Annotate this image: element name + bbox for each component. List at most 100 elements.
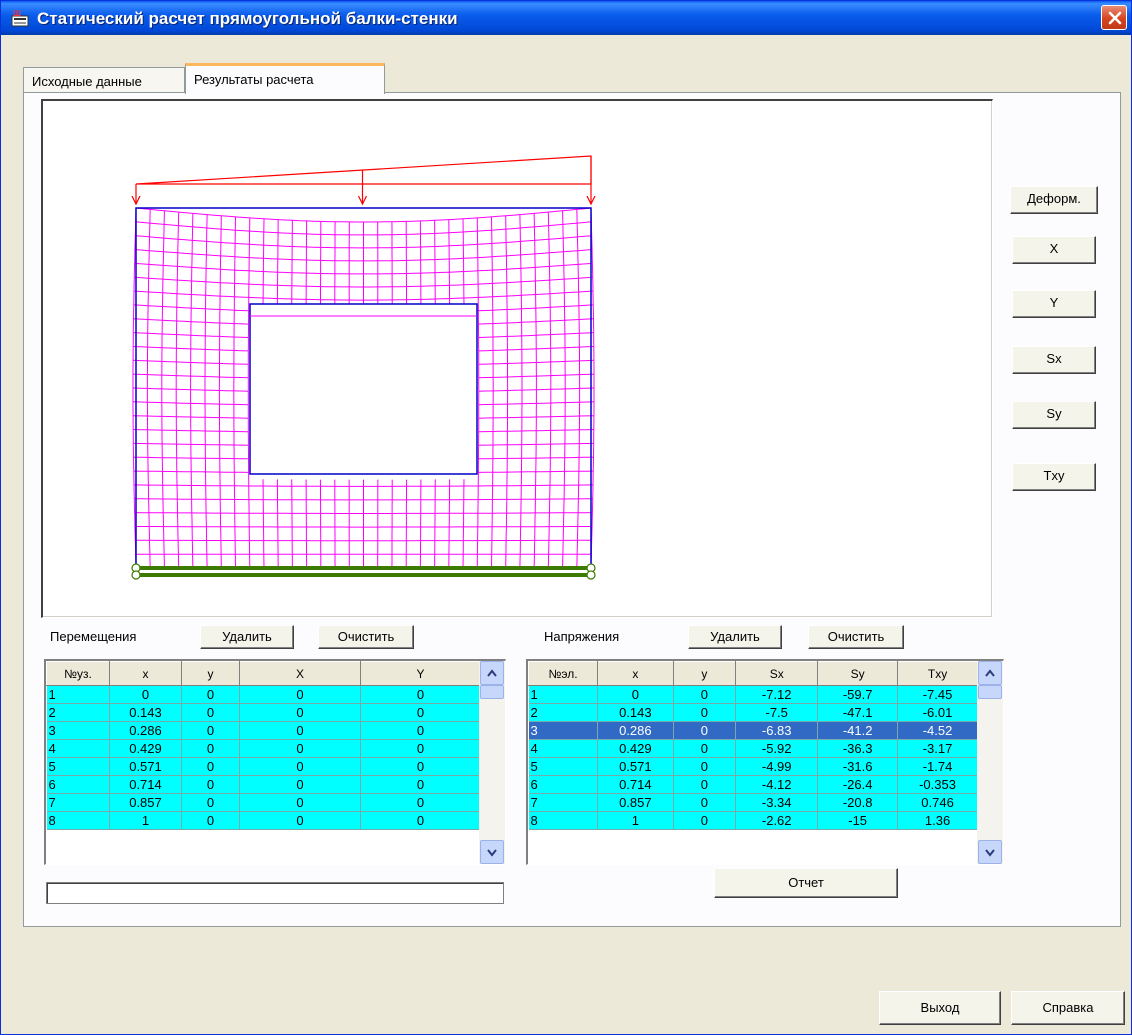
table-cell[interactable]: 0.571	[109, 757, 182, 776]
table-row[interactable]: 3 0.286 0 -6.83 -41.2 -4.52	[528, 721, 978, 740]
table-cell[interactable]: 0	[673, 775, 737, 794]
table-cell[interactable]: 5	[528, 757, 599, 776]
table-cell[interactable]: 0.429	[109, 739, 182, 758]
table-cell[interactable]: -6.83	[735, 721, 819, 740]
table-row[interactable]: 8 1 0 -2.62 -15 1.36	[528, 811, 978, 830]
table-cell[interactable]: 0	[360, 703, 481, 722]
table-cell[interactable]: -20.8	[817, 793, 899, 812]
scroll-up-button[interactable]	[480, 661, 504, 685]
close-button[interactable]	[1101, 5, 1127, 30]
table-cell[interactable]: -36.3	[817, 739, 899, 758]
table-cell[interactable]: 0.857	[597, 793, 674, 812]
table-cell[interactable]: -1.74	[897, 757, 978, 776]
table-row[interactable]: 2 0.143 0 0 0	[46, 703, 481, 722]
table-cell[interactable]: -6.01	[897, 703, 978, 722]
table-cell[interactable]: 2	[46, 703, 110, 722]
sy-view-button[interactable]: Sy	[1012, 401, 1096, 429]
table-cell[interactable]: 0.714	[597, 775, 674, 794]
stresses-column-header[interactable]: Txy	[897, 661, 978, 686]
table-cell[interactable]: -3.17	[897, 739, 978, 758]
table-row[interactable]: 1 0 0 -7.12 -59.7 -7.45	[528, 685, 978, 704]
table-cell[interactable]: 8	[46, 811, 110, 830]
table-cell[interactable]: 0	[181, 811, 240, 830]
table-cell[interactable]: 0	[673, 703, 737, 722]
table-cell[interactable]: 7	[46, 793, 110, 812]
table-cell[interactable]: 0	[181, 793, 240, 812]
stresses-table[interactable]: №эл. x y Sx Sy Txy 1 0 0 -7.12 -59.7 -7.45 2 0.143 0-…	[526, 659, 1004, 865]
displacements-column-header[interactable]: Y	[360, 661, 481, 686]
table-cell[interactable]: 0	[239, 775, 361, 794]
table-cell[interactable]: -7.5	[735, 703, 819, 722]
table-cell[interactable]: -31.6	[817, 757, 899, 776]
table-cell[interactable]: -3.34	[735, 793, 819, 812]
table-cell[interactable]: -4.52	[897, 721, 978, 740]
scroll-thumb[interactable]	[978, 685, 1002, 699]
displacements-column-header[interactable]: X	[239, 661, 361, 686]
table-cell[interactable]: 0.857	[109, 793, 182, 812]
displacements-clear-button[interactable]: Очистить	[318, 625, 414, 649]
x-view-button[interactable]: X	[1012, 236, 1096, 264]
table-cell[interactable]: 0	[239, 811, 361, 830]
table-cell[interactable]: -4.99	[735, 757, 819, 776]
stresses-column-header[interactable]: №эл.	[528, 661, 599, 686]
exit-button[interactable]: Выход	[879, 991, 1001, 1025]
table-cell[interactable]: 0	[360, 685, 481, 704]
table-cell[interactable]: 0.746	[897, 793, 978, 812]
table-cell[interactable]: -15	[817, 811, 899, 830]
table-cell[interactable]: 0	[673, 685, 737, 704]
table-cell[interactable]: 0	[109, 685, 182, 704]
table-cell[interactable]: 0	[360, 775, 481, 794]
displacements-column-header[interactable]: №уз.	[46, 661, 110, 686]
tab-results[interactable]: Результаты расчета	[185, 63, 385, 94]
table-cell[interactable]: 0.286	[109, 721, 182, 740]
table-row[interactable]: 5 0.571 0 -4.99 -31.6 -1.74	[528, 757, 978, 776]
table-cell[interactable]: 1	[46, 685, 110, 704]
displacements-table[interactable]: №уз. x y X Y 1 0 0 0 0 2 0.143 0 0 0 3 0.286 0 0 0 4 0.429 0 0…	[44, 659, 506, 865]
y-view-button[interactable]: Y	[1012, 290, 1096, 318]
table-cell[interactable]: 0	[673, 739, 737, 758]
scroll-down-button[interactable]	[480, 840, 504, 864]
table-cell[interactable]: -26.4	[817, 775, 899, 794]
table-row[interactable]: 6 0.714 0 0 0	[46, 775, 481, 794]
scroll-down-button[interactable]	[978, 840, 1002, 864]
deform-view-button[interactable]: Деформ.	[1010, 186, 1098, 214]
table-cell[interactable]: 0	[360, 757, 481, 776]
table-row[interactable]: 6 0.714 0 -4.12 -26.4 -0.353	[528, 775, 978, 794]
table-cell[interactable]: 0	[360, 811, 481, 830]
table-cell[interactable]: 0	[239, 685, 361, 704]
table-cell[interactable]: 0	[673, 757, 737, 776]
table-cell[interactable]: 3	[46, 721, 110, 740]
title-bar[interactable]: Ш Статический расчет прямоугольной балки…	[1, 1, 1131, 35]
report-button[interactable]: Отчет	[714, 868, 898, 898]
table-cell[interactable]: 0	[360, 739, 481, 758]
table-cell[interactable]: 8	[528, 811, 599, 830]
table-cell[interactable]: 0	[239, 793, 361, 812]
table-cell[interactable]: 0	[360, 721, 481, 740]
table-cell[interactable]: 0.143	[109, 703, 182, 722]
table-row[interactable]: 4 0.429 0 -5.92 -36.3 -3.17	[528, 739, 978, 758]
scroll-up-button[interactable]	[978, 661, 1002, 685]
table-cell[interactable]: 0	[673, 811, 737, 830]
table-cell[interactable]: 0	[181, 757, 240, 776]
table-cell[interactable]: 5	[46, 757, 110, 776]
stresses-column-header[interactable]: Sx	[735, 661, 819, 686]
table-cell[interactable]: 0	[181, 703, 240, 722]
table-row[interactable]: 5 0.571 0 0 0	[46, 757, 481, 776]
txy-view-button[interactable]: Txy	[1012, 463, 1096, 491]
table-cell[interactable]: 1	[528, 685, 599, 704]
table-cell[interactable]: 0	[239, 703, 361, 722]
table-cell[interactable]: -7.45	[897, 685, 978, 704]
table-cell[interactable]: 0	[239, 757, 361, 776]
stresses-scrollbar[interactable]	[977, 661, 1003, 864]
displacements-column-header[interactable]: x	[109, 661, 182, 686]
table-cell[interactable]: -0.353	[897, 775, 978, 794]
table-cell[interactable]: 0.143	[597, 703, 674, 722]
table-cell[interactable]: -5.92	[735, 739, 819, 758]
table-row[interactable]: 10000	[46, 685, 481, 704]
displacements-scrollbar[interactable]	[479, 661, 505, 864]
stresses-column-header[interactable]: x	[597, 661, 674, 686]
stresses-column-header[interactable]: y	[672, 661, 737, 686]
table-cell[interactable]: 4	[528, 739, 599, 758]
table-row[interactable]: 7 0.857 0 0 0	[46, 793, 481, 812]
table-cell[interactable]: 0.714	[109, 775, 182, 794]
